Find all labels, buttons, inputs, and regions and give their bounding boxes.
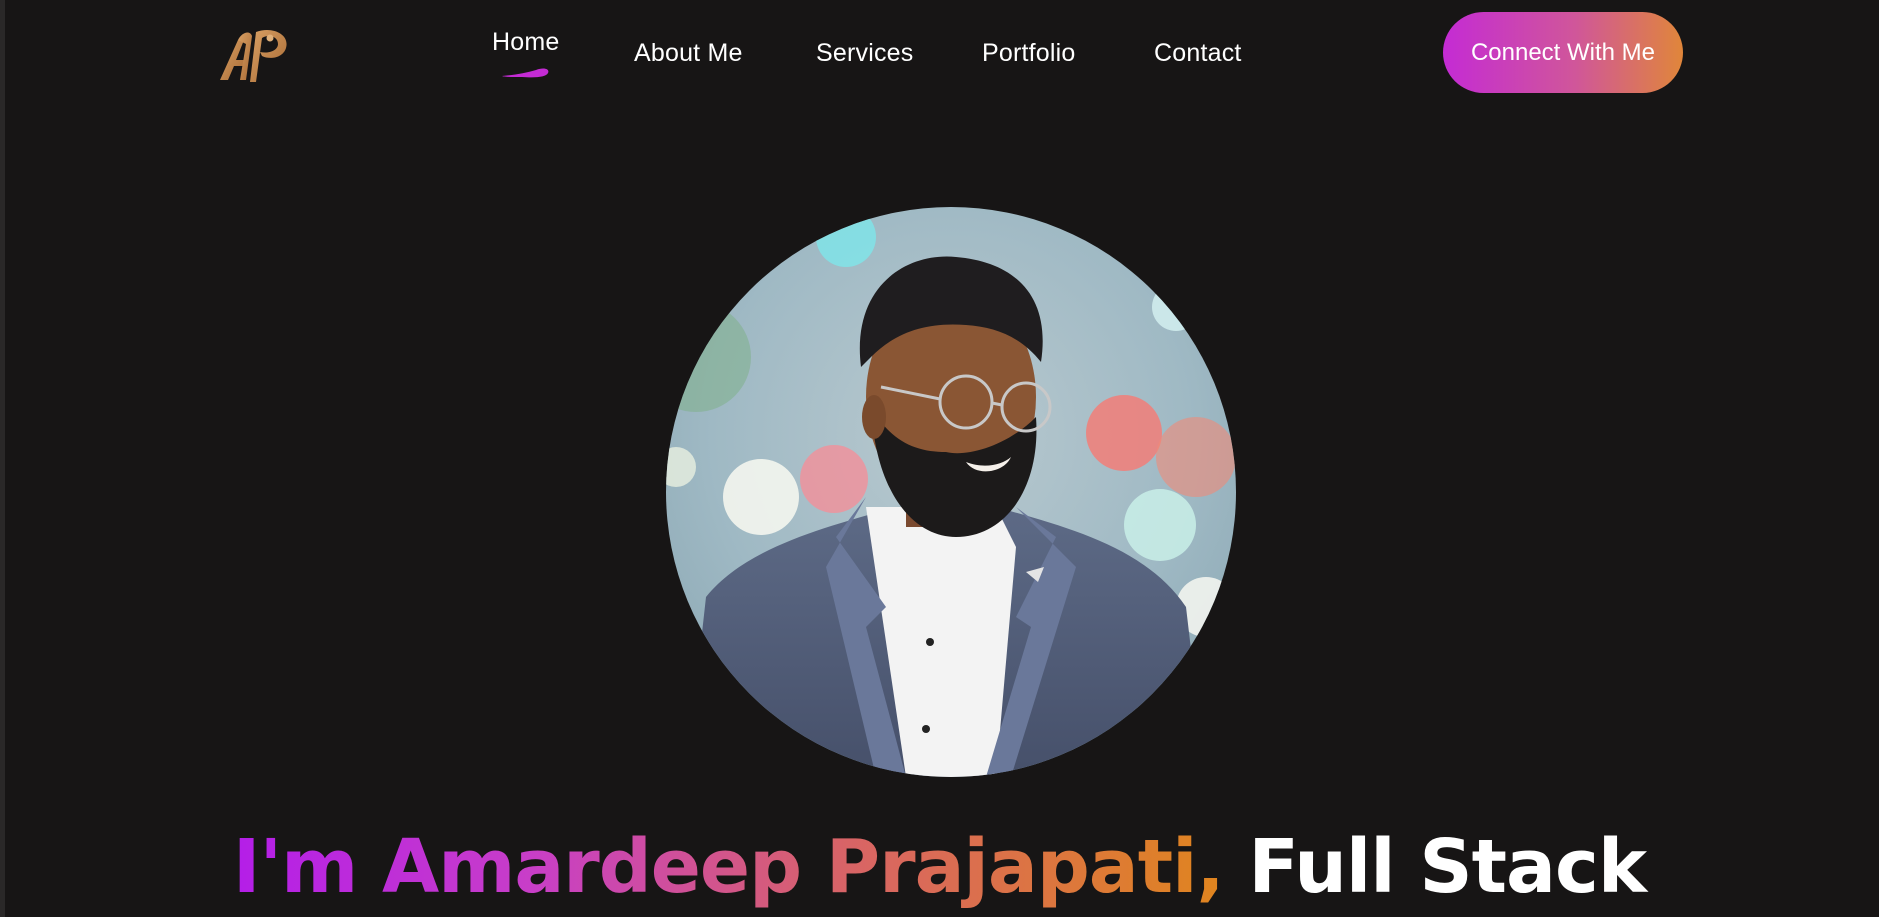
active-nav-indicator-icon: [502, 68, 549, 78]
profile-photo-icon: [666, 207, 1236, 777]
nav-item-services[interactable]: Services: [816, 39, 913, 68]
hero-heading-name: I'm Amardeep Prajapati,: [232, 824, 1225, 910]
page: Home About Me Services Portfolio Contact…: [0, 0, 1879, 917]
nav-item-about-me[interactable]: About Me: [634, 39, 743, 68]
hero-heading: I'm Amardeep Prajapati, Full Stack: [0, 822, 1879, 912]
nav-item-home[interactable]: Home: [492, 28, 560, 57]
nav-item-contact[interactable]: Contact: [1154, 39, 1242, 68]
window-edge: [0, 0, 5, 917]
nav-item-portfolio[interactable]: Portfolio: [982, 39, 1076, 68]
connect-with-me-button[interactable]: Connect With Me: [1443, 12, 1683, 93]
profile-avatar: [666, 207, 1236, 777]
hero-heading-role: Full Stack: [1223, 824, 1647, 910]
